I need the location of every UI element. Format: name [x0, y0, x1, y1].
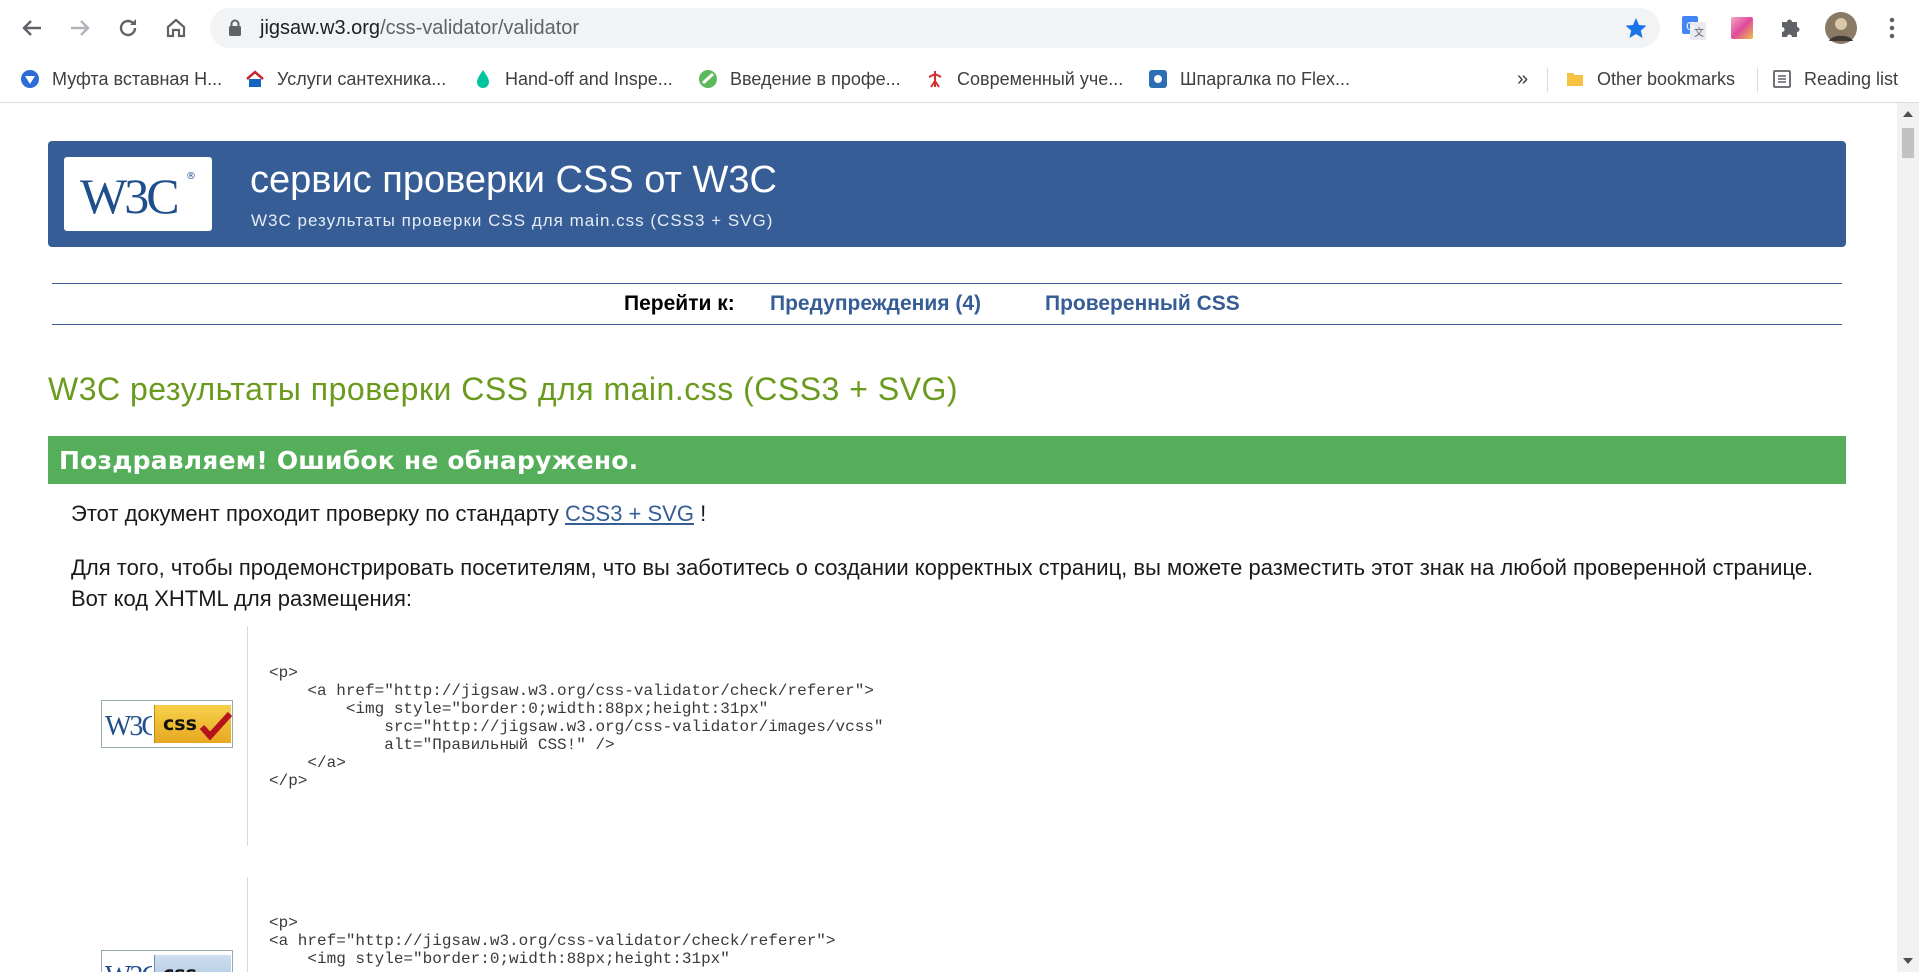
badge-snippet-1: W3C css <p> <a href="http://jigsaw.w3.or… [71, 626, 1841, 846]
bookmark-star-icon[interactable] [1624, 16, 1648, 40]
para1-text: Этот документ проходит проверку по станд… [71, 501, 565, 526]
scroll-up-arrow-icon[interactable] [1903, 111, 1913, 117]
para1-suffix: ! [693, 501, 707, 526]
page-viewport: W3C ® сервис проверки CSS от W3C W3C рез… [0, 103, 1897, 972]
validated-css-link[interactable]: Проверенный CSS [1045, 292, 1240, 316]
svg-text:W3C: W3C [105, 711, 152, 742]
color-extension-icon[interactable] [1728, 14, 1756, 42]
success-banner: Поздравляем! Ошибок не обнаружено. [48, 436, 1846, 484]
other-bookmarks-label: Other bookmarks [1597, 68, 1736, 89]
bookmark-favicon-2 [245, 69, 265, 89]
folder-icon [1565, 69, 1585, 89]
bookmarks-divider [1757, 68, 1758, 92]
validator-header-banner: W3C ® сервис проверки CSS от W3C W3C рез… [48, 141, 1846, 247]
success-message: Поздравляем! Ошибок не обнаружено. [59, 446, 639, 475]
home-icon [166, 18, 186, 38]
scroll-down-arrow-icon[interactable] [1903, 958, 1913, 964]
url-path: /css-validator/validator [380, 17, 580, 39]
bookmark-item-1[interactable]: Муфта вставная Н... [20, 65, 222, 93]
validation-paragraph: Этот документ проходит проверку по станд… [71, 498, 706, 529]
lock-icon [229, 19, 241, 36]
results-heading: W3C результаты проверки CSS для main.css… [48, 371, 959, 407]
warnings-link[interactable]: Предупреждения (4) [770, 292, 981, 316]
bookmark-label: Шпаргалка по Flex... [1180, 68, 1350, 89]
svg-text:文: 文 [1694, 26, 1704, 39]
css-badge-label: css [154, 955, 231, 972]
browser-toolbar: jigsaw.w3.org/css-validator/validator G文 [0, 0, 1919, 56]
reading-list-label: Reading list [1804, 68, 1899, 89]
w3c-badge-logo: W3C [102, 951, 154, 972]
overflow-chevron-icon: » [1517, 67, 1529, 90]
browser-menu-icon[interactable] [1878, 14, 1906, 42]
url-text: jigsaw.w3.org/css-validator/validator [260, 17, 579, 40]
bookmark-favicon-5 [925, 69, 945, 89]
w3c-logo[interactable]: W3C ® [64, 157, 212, 231]
extensions-puzzle-icon[interactable] [1776, 14, 1804, 42]
forward-arrow-icon [71, 20, 90, 36]
bookmark-label: Введение в профе... [730, 68, 901, 89]
badge-explanation-paragraph: Для того, чтобы продемонстрировать посет… [71, 555, 1814, 611]
checkmark-icon [199, 711, 233, 741]
badge-html-code[interactable]: <p> <a href="http://jigsaw.w3.org/css-va… [269, 914, 836, 968]
svg-text:®: ® [186, 171, 196, 182]
valid-css-badge-blue[interactable]: W3C css [101, 950, 233, 972]
bookmark-label: Муфта вставная Н... [52, 68, 223, 89]
badge-snippet-2: W3C css <p> <a href="http://jigsaw.w3.or… [71, 877, 1841, 972]
back-button[interactable] [14, 10, 50, 46]
page-scrollbar[interactable] [1897, 103, 1919, 972]
reload-icon [119, 19, 137, 37]
bookmark-favicon-4 [698, 69, 718, 89]
css-badge-text: css [163, 713, 197, 735]
bookmark-favicon-3 [473, 69, 493, 89]
other-bookmarks[interactable]: Other bookmarks [1565, 65, 1735, 93]
valid-css-badge[interactable]: W3C css [101, 700, 233, 748]
bookmarks-bar: Муфта вставная Н... Услуги сантехника...… [0, 56, 1919, 103]
profile-avatar[interactable] [1824, 11, 1858, 45]
bookmark-favicon-1 [20, 69, 40, 89]
google-translate-icon[interactable]: G文 [1680, 14, 1708, 42]
address-bar[interactable]: jigsaw.w3.org/css-validator/validator [210, 8, 1660, 48]
badge-cell: W3C css [71, 877, 248, 972]
back-arrow-icon [22, 20, 41, 36]
reading-list[interactable]: Reading list [1772, 65, 1898, 93]
url-host: jigsaw.w3.org [260, 17, 381, 39]
css-badge-label: css [154, 705, 233, 743]
css-badge-text: css [163, 963, 197, 972]
bookmark-item-4[interactable]: Введение в профе... [698, 65, 901, 93]
bookmark-item-3[interactable]: Hand-off and Inspe... [473, 65, 673, 93]
reload-button[interactable] [110, 10, 146, 46]
bookmark-item-5[interactable]: Современный уче... [925, 65, 1123, 93]
bookmark-label: Услуги сантехника... [277, 68, 447, 89]
badge-cell: W3C css [71, 626, 248, 846]
forward-button[interactable] [62, 10, 98, 46]
home-button[interactable] [158, 10, 194, 46]
svg-text:W3C: W3C [105, 961, 152, 972]
page-subtitle: W3C результаты проверки CSS для main.css… [251, 211, 774, 230]
scrollbar-thumb[interactable] [1902, 128, 1914, 158]
w3c-logo-icon: W3C ® [80, 168, 196, 224]
css3-svg-link[interactable]: CSS3 + SVG [565, 501, 694, 526]
bookmark-item-2[interactable]: Услуги сантехника... [245, 65, 446, 93]
bookmarks-overflow-button[interactable]: » [1517, 65, 1528, 93]
svg-text:W3C: W3C [80, 168, 177, 224]
jump-label: Перейти к: [624, 292, 735, 315]
jump-navigation: Перейти к: Предупреждения (4) Проверенны… [52, 283, 1842, 325]
bookmark-favicon-6 [1148, 69, 1168, 89]
w3c-badge-logo: W3C [102, 701, 154, 747]
page-title: сервис проверки CSS от W3C [250, 159, 777, 201]
reading-list-icon [1772, 69, 1792, 89]
bookmarks-divider [1547, 68, 1548, 92]
bookmark-label: Hand-off and Inspe... [505, 68, 673, 89]
bookmark-item-6[interactable]: Шпаргалка по Flex... [1148, 65, 1350, 93]
bookmark-label: Современный уче... [957, 68, 1124, 89]
badge-html-code[interactable]: <p> <a href="http://jigsaw.w3.org/css-va… [269, 664, 884, 790]
